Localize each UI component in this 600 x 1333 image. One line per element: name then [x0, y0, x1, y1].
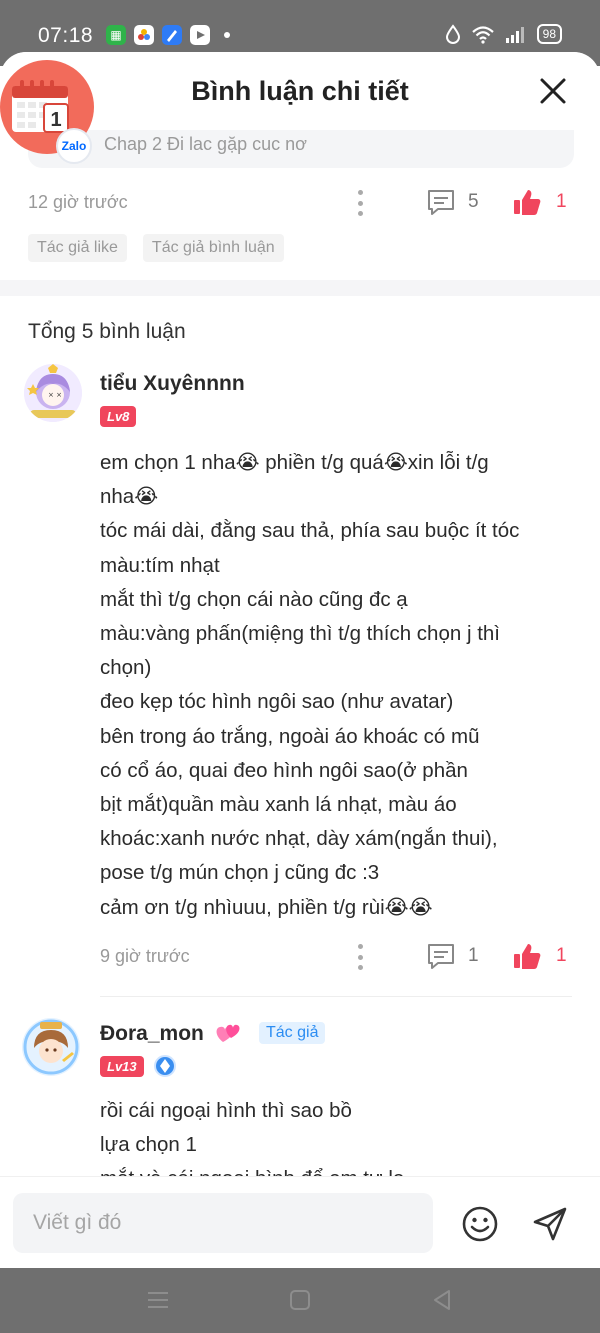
like-count: 1 [556, 191, 567, 212]
comment-line: em chọn 1 nha😭 phiền t/g quá😭xin lỗi t/g [100, 451, 489, 474]
comment-detail-sheet: Bình luận chi tiết 1 Zalo Chap 2 Đi lac … [0, 52, 600, 1268]
battery-indicator: 98 [536, 24, 562, 44]
send-icon[interactable] [531, 1205, 569, 1243]
diamond-icon [154, 1055, 176, 1077]
comment-time: 9 giờ trước [100, 946, 190, 966]
comment-time: 12 giờ trước [28, 192, 128, 212]
level-badge: Lv13 [100, 1056, 144, 1077]
top-comment-meta: 12 giờ trước 5 1 [28, 188, 574, 218]
youtube-app-icon [190, 25, 210, 45]
comment-line: mắt thì t/g chọn cái nào cũng đc ạ [100, 587, 408, 611]
status-app-icons: ▦ [106, 25, 230, 45]
reply-button[interactable]: 5 [426, 188, 479, 216]
reply-count: 1 [468, 945, 479, 966]
tag-list: Tác giả like Tác giả bình luận [28, 234, 284, 262]
data-saver-icon [445, 24, 460, 44]
menu-icon[interactable] [144, 1286, 172, 1314]
comment-line: lựa chọn 1 [100, 1133, 197, 1157]
tag-author-liked: Tác giả like [28, 234, 127, 262]
comment-icon [428, 190, 454, 215]
section-divider [0, 280, 600, 296]
more-options-icon[interactable] [356, 190, 364, 216]
calculator-app-icon: ▦ [106, 25, 126, 45]
home-icon[interactable] [286, 1286, 314, 1314]
comment-icon [428, 944, 454, 969]
comment-username[interactable]: tiểu Xuyênnnn [100, 372, 245, 396]
comment-line: đeo kẹp tóc hình ngôi sao (như avatar) [100, 690, 454, 714]
tag-author-commented: Tác giả bình luận [142, 234, 284, 262]
thumbs-up-icon [514, 944, 541, 969]
comment-meta: 9 giờ trước 1 1 [100, 942, 574, 972]
zalo-label: Zalo [61, 139, 87, 153]
avatar[interactable]: × × [24, 364, 82, 422]
comment-line: bịt mắt)quần màu xanh lá nhạt, màu áo [100, 793, 457, 817]
reply-button[interactable]: 1 [426, 942, 479, 970]
photos-app-icon [134, 25, 154, 45]
more-options-icon[interactable] [356, 944, 364, 970]
notes-app-icon [162, 25, 182, 45]
comment-line: khoác:xanh nước nhạt, dày xám(ngắn thui)… [100, 827, 498, 851]
comment-line: cảm ơn t/g nhìuuu, phiền t/g rùi😭😭 [100, 895, 433, 919]
avatar[interactable] [22, 1018, 80, 1076]
comment-text: em chọn 1 nha😭 phiền t/g quá😭xin lỗi t/g… [100, 446, 580, 925]
comment-line: rồi cái ngoại hình thì sao bồ [100, 1099, 352, 1122]
author-badge: Tác giả [259, 1022, 326, 1044]
comment-input[interactable] [13, 1193, 433, 1253]
status-time: 07:18 [38, 24, 94, 47]
close-button[interactable] [538, 76, 568, 106]
like-button[interactable]: 1 [512, 188, 567, 216]
signal-icon [505, 27, 524, 43]
comment-divider [100, 996, 572, 997]
emoji-icon[interactable] [461, 1205, 499, 1243]
wifi-icon [471, 26, 494, 44]
level-badge: Lv8 [100, 406, 137, 427]
comment-line: pose t/g mún chọn j cũng đc :3 [100, 861, 380, 885]
zalo-badge-icon[interactable]: Zalo [56, 128, 92, 164]
comment-line: nha😭 [100, 485, 159, 509]
comment-line: chọn) [100, 656, 152, 680]
thumbs-up-icon [514, 190, 541, 215]
comment-line: tóc mái dài, đằng sau thả, phía sau buộc… [100, 519, 520, 543]
hearts-icon [216, 1024, 240, 1042]
comment-username[interactable]: Đora_mon [100, 1022, 204, 1046]
comment-line: màu:vàng phấn(miệng thì t/g thích chọn j… [100, 622, 500, 646]
chapter-text: Chap 2 Đi lac gặp cuc nơ [104, 134, 307, 154]
comment-line: có cổ áo, quai đeo hình ngôi sao(ở phần [100, 758, 468, 782]
back-icon[interactable] [428, 1286, 456, 1314]
reply-count: 5 [468, 191, 479, 212]
system-nav-bar [0, 1268, 600, 1333]
notification-dot-icon [224, 32, 230, 38]
status-right-icons: 98 [445, 24, 562, 44]
comment-input-bar [0, 1176, 600, 1268]
comment-total: Tổng 5 bình luận [28, 320, 186, 343]
comment-line: màu:tím nhạt [100, 553, 220, 577]
like-button[interactable]: 1 [512, 942, 567, 970]
svg-text:× ×: × × [48, 391, 62, 399]
like-count: 1 [556, 945, 567, 966]
svg-text:1: 1 [50, 109, 61, 131]
comment-line: bên trong áo trắng, ngoài áo khoác có mũ [100, 724, 480, 748]
